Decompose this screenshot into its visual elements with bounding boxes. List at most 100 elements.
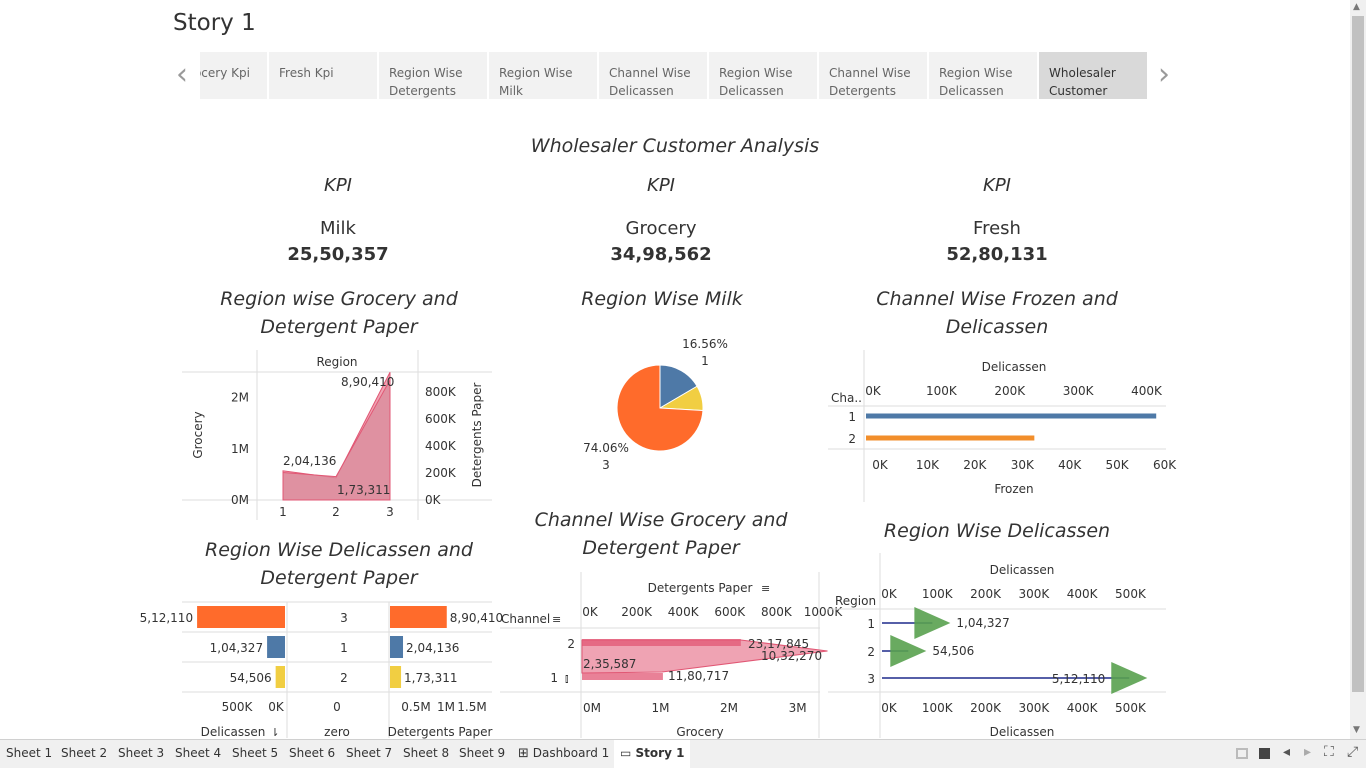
chart6-data-label: 1,04,327	[956, 616, 1009, 630]
sheet-tab-5[interactable]: Sheet 5	[226, 740, 284, 768]
chart6-bottom-tick: 0K	[881, 701, 898, 715]
chart4-right-tick: 1M	[437, 700, 455, 714]
chart4-data-label: 5,12,110	[140, 611, 193, 625]
chart6-bottom-label: Delicassen	[990, 725, 1055, 739]
dashboard-icon: ⊞	[518, 746, 529, 761]
chart5-bottom-tick: 2M	[720, 701, 738, 715]
sheet-tab-2[interactable]: Sheet 2	[55, 740, 113, 768]
chart3-bar-frozen	[866, 435, 1035, 441]
chart3-bottom-tick: 10K	[916, 458, 940, 472]
sort-icon: ≡	[552, 613, 561, 626]
chart3-top-tick: 100K	[926, 384, 958, 398]
chart4-bar-delicassen	[267, 636, 285, 658]
chart1-y2-tick: 400K	[425, 439, 457, 453]
sheet-tab-label: Story 1	[635, 746, 685, 760]
sheet-tab-9[interactable]: Sheet 9	[453, 740, 511, 768]
chart6-row-label: 2	[867, 645, 875, 659]
chart6-ylabel: Region	[835, 594, 876, 608]
chart6-row-label: 3	[867, 672, 875, 686]
chart5-data-label: 2,35,587	[583, 657, 636, 671]
sheet-tab-story[interactable]: ▭ Story 1	[614, 740, 691, 768]
chart3-bottom-tick: 20K	[963, 458, 987, 472]
chart3-row-label: 2	[848, 432, 856, 446]
scroll-up-icon[interactable]: ▲	[1353, 2, 1360, 12]
chart5-data-label: 11,80,717	[668, 669, 729, 683]
chart4-left-tick: 0K	[268, 700, 285, 714]
chart3-row-label: 1	[848, 410, 856, 424]
chart5-row-label: 1	[550, 671, 558, 685]
chart3-bottom-tick: 50K	[1106, 458, 1130, 472]
pie-region-label: 3	[602, 458, 610, 472]
chevron-left-icon[interactable]: ◂	[1283, 744, 1290, 760]
chart3-top-label: Delicassen	[982, 360, 1047, 374]
chart6-bottom-tick: 100K	[922, 701, 954, 715]
filmstrip-icon[interactable]	[1259, 748, 1270, 759]
scroll-down-icon[interactable]: ▼	[1353, 725, 1360, 735]
chart6-top-tick: 200K	[970, 587, 1002, 601]
chart4-bar-detergent	[390, 636, 404, 658]
sort-icon: ⇂	[270, 726, 279, 739]
chart6-data-label: 5,12,110	[1052, 672, 1105, 686]
present-icon[interactable]: ⤢	[1347, 744, 1358, 760]
sort-icon: ≡	[761, 582, 770, 595]
chart1-y2-tick: 600K	[425, 412, 457, 426]
chart3-top-tick: 300K	[1063, 384, 1095, 398]
chart4-right-tick: 1.5M	[457, 700, 486, 714]
chart4-right-tick: 0.5M	[401, 700, 430, 714]
sheet-tab-1[interactable]: Sheet 1	[0, 740, 58, 768]
chart5-top-tick: 400K	[668, 605, 700, 619]
chart3-ylabel: Cha..	[831, 391, 862, 405]
grid-icon[interactable]	[1236, 748, 1248, 759]
chevron-right-icon[interactable]: ▸	[1304, 744, 1311, 760]
chart4-col-label: Detergents Paper	[388, 725, 493, 739]
chart1-y2-tick: 0K	[425, 493, 442, 507]
chart3-top-tick: 0K	[865, 384, 882, 398]
sheet-tab-3[interactable]: Sheet 3	[112, 740, 170, 768]
chart1-area-detergent	[282, 378, 391, 501]
chart5-bottom-tick: 0M	[583, 701, 601, 715]
chart1-y-tick: 1M	[231, 442, 249, 456]
chart4-data-label: 54,506	[230, 671, 272, 685]
sheet-tab-8[interactable]: Sheet 8	[397, 740, 455, 768]
chart5-bottom-tick: 3M	[789, 701, 807, 715]
chart5-top-tick: 600K	[714, 605, 746, 619]
chart1-ylabel: Grocery	[191, 411, 205, 458]
chart4-data-label: 1,73,311	[404, 671, 457, 685]
chart5-bottom-tick: 1M	[652, 701, 670, 715]
chart6-marker-triangle	[1111, 662, 1148, 694]
chart3-bar-frozen	[866, 413, 1157, 419]
sheet-tab-dashboard[interactable]: ⊞ Dashboard 1	[512, 740, 615, 768]
chart5-ylabel: Channel	[501, 612, 550, 626]
bar-icon: ⫾	[565, 672, 569, 685]
chart6-top-tick: 400K	[1067, 587, 1099, 601]
chart1-y2label: Detergents Paper	[470, 383, 484, 488]
chart3-bottom-tick: 40K	[1058, 458, 1082, 472]
sheet-tab-4[interactable]: Sheet 4	[169, 740, 227, 768]
scrollbar-thumb[interactable]	[1352, 16, 1364, 692]
chart4-col-label: zero	[324, 725, 350, 739]
sheet-tab-6[interactable]: Sheet 6	[283, 740, 341, 768]
chart6-top-tick: 300K	[1018, 587, 1050, 601]
story-icon: ▭	[620, 746, 632, 760]
chart5-bar-grocery	[582, 673, 663, 680]
chart5-bottom-label: Grocery	[676, 725, 723, 739]
chart4-bar-detergent	[390, 666, 402, 688]
chart6-row-label: 1	[867, 617, 875, 631]
chart1-data-label: 1,73,311	[337, 483, 390, 497]
sheet-tab-7[interactable]: Sheet 7	[340, 740, 398, 768]
chart5-bar-grocery	[582, 639, 741, 646]
chart4-col-label: Delicassen	[201, 725, 266, 739]
chart4-row-label: 3	[340, 611, 348, 625]
chart4-mid-tick: 0	[333, 700, 341, 714]
chart6-bottom-tick: 400K	[1067, 701, 1099, 715]
chart5-data-label: 10,32,270	[761, 649, 822, 663]
chart6-marker-triangle	[890, 635, 927, 667]
pie-pct-label: 16.56%	[682, 337, 728, 351]
chart3-bottom-label: Frozen	[994, 482, 1033, 496]
fullscreen-icon[interactable]: ⛶	[1324, 744, 1334, 760]
chart4-bar-delicassen	[275, 666, 285, 688]
chart5-top-label: Detergents Paper	[648, 581, 753, 595]
chart6-marker-triangle	[914, 607, 951, 639]
chart1-data-label: 8,90,410	[341, 375, 394, 389]
chart4-bar-detergent	[390, 606, 447, 628]
